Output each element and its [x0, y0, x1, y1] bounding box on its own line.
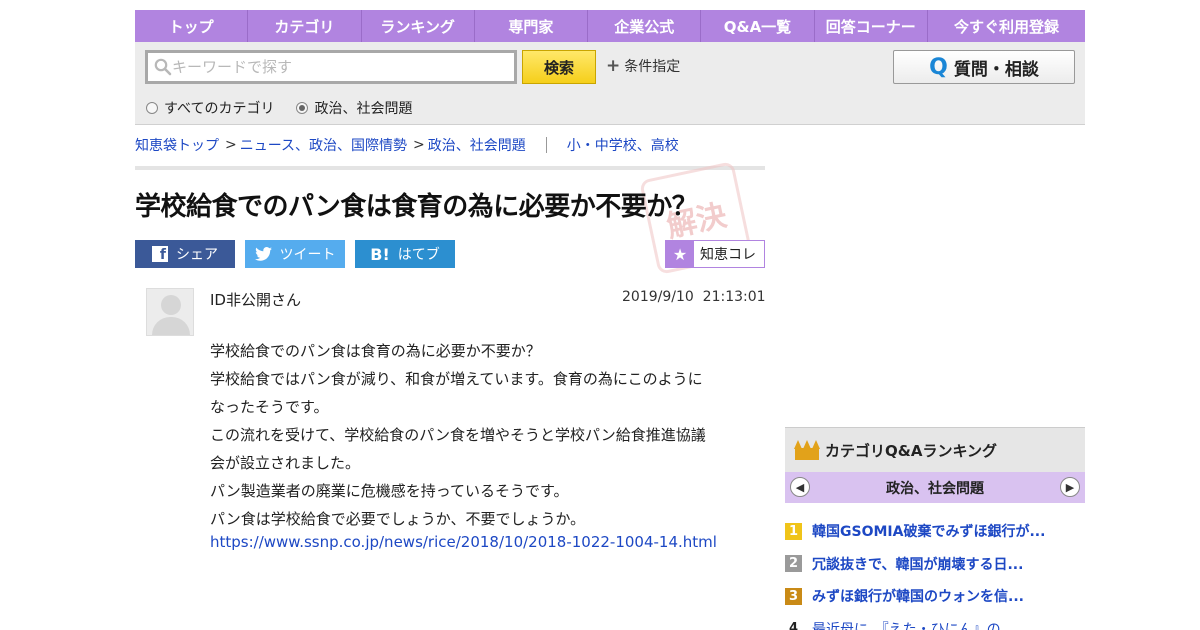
question-body: 学校給食でのパン食は食育の為に必要か不要か？ 学校給食ではパン食が減り、和食が増… [210, 337, 750, 533]
breadcrumb-related-category[interactable]: 小・中学校、高校 [567, 135, 679, 155]
nav-item-register[interactable]: 今すぐ利用登録 [928, 10, 1085, 42]
facebook-share-button[interactable]: f シェア [135, 240, 235, 268]
question-body-line: この流れを受けて、学校給食のパン食を増やそうと学校パン給食推進協議 [210, 426, 706, 444]
title-divider [135, 166, 765, 170]
chiebukuro-collection-button[interactable]: ★ 知恵コレ [665, 240, 765, 268]
ranking-item: 1 韓国GSOMIA破棄でみずほ銀行が... [785, 515, 1085, 548]
breadcrumb-separator: > [413, 137, 425, 153]
ranking-item: 3 みずほ銀行が韓国のウォンを信... [785, 580, 1085, 613]
hatena-bookmark-label: はてブ [397, 247, 440, 263]
rank-badge: 2 [785, 555, 802, 573]
crown-icon [794, 440, 820, 460]
twitter-share-label: ツイート [279, 247, 336, 263]
breadcrumb-home[interactable]: 知恵袋トップ [135, 135, 219, 155]
ranking-item-link[interactable]: みずほ銀行が韓国のウォンを信... [812, 586, 1024, 606]
twitter-share-button[interactable]: ツイート [245, 240, 345, 268]
ranking-item-link[interactable]: 冗談抜きで、韓国が崩壊する日... [812, 554, 1023, 574]
question-body-line: パン食は学校給食で必要でしょうか、不要でしょうか。 [210, 510, 586, 528]
avatar-body-shape [152, 317, 190, 335]
scope-option-label: すべてのカテゴリ [164, 101, 275, 117]
advanced-search-link[interactable]: + 条件指定 [606, 56, 680, 76]
search-button[interactable]: 検索 [522, 50, 596, 84]
ranking-item-link[interactable]: 韓国GSOMIA破棄でみずほ銀行が... [812, 521, 1045, 541]
breadcrumb-separator: > [225, 137, 237, 153]
question-body-line: パン製造業者の廃業に危機感を持っているそうです。 [210, 482, 569, 500]
scope-option-all[interactable]: すべてのカテゴリ [146, 98, 274, 118]
posted-timestamp: 2019/9/10 21:13:01 [622, 289, 766, 305]
twitter-bird-icon [254, 247, 272, 261]
nav-item-top[interactable]: トップ [135, 10, 249, 42]
question-q-icon: Q [929, 54, 948, 80]
search-scope: すべてのカテゴリ 政治、社会問題 [146, 98, 412, 118]
hatena-bookmark-icon: B! [370, 244, 390, 264]
plus-icon: + [606, 56, 621, 76]
ranking-item-link[interactable]: 最近母に、『えた・ひにん』の... [812, 619, 1014, 630]
scope-option-current[interactable]: 政治、社会問題 [296, 98, 412, 118]
question-reference-link[interactable]: https://www.ssnp.co.jp/news/rice/2018/10… [210, 533, 717, 551]
question-body-line: 学校給食ではパン食が減り、和食が増えています。食育の為にこのように [210, 370, 703, 388]
breadcrumb-category[interactable]: ニュース、政治、国際情勢 [240, 135, 407, 155]
ranking-title: カテゴリQ&Aランキング [825, 441, 997, 460]
rank-badge: 1 [785, 522, 802, 540]
asker-avatar [146, 288, 194, 336]
ranking-next-button[interactable]: ▶ [1060, 477, 1080, 497]
radio-selected-icon [296, 102, 309, 114]
ranking-category-label: 政治、社会問題 [886, 480, 984, 497]
nav-item-ranking[interactable]: ランキング [362, 10, 475, 42]
breadcrumb: 知恵袋トップ > ニュース、政治、国際情勢 > 政治、社会問題 小・中学校、高校 [135, 135, 679, 155]
global-nav: トップ カテゴリ ランキング 専門家 企業公式 Q&A一覧 回答コーナー 今すぐ… [135, 10, 1085, 42]
avatar-head-shape [161, 295, 181, 315]
breadcrumb-divider [545, 137, 547, 153]
question-body-line: 会が設立されました。 [210, 454, 361, 472]
rank-badge: 4 [788, 621, 799, 630]
facebook-icon: f [152, 246, 168, 262]
ranking-item: 4 最近母に、『えた・ひにん』の... [785, 613, 1085, 630]
question-body-line: 学校給食でのパン食は食育の為に必要か不要か？ [210, 342, 541, 360]
nav-item-qa-list[interactable]: Q&A一覧 [701, 10, 815, 42]
search-panel: 検索 + 条件指定 Q 質問・相談 すべてのカテゴリ 政治、社会問題 [135, 42, 1085, 125]
rank-badge: 3 [785, 587, 802, 605]
ranking-category-switcher: ◀ 政治、社会問題 ▶ [785, 472, 1085, 503]
hatena-bookmark-button[interactable]: B! はてブ [355, 240, 455, 268]
collection-label: 知恵コレ [700, 247, 756, 263]
question-title: 学校給食でのパン食は食育の為に必要か不要か？ [135, 192, 698, 222]
facebook-share-label: シェア [176, 247, 218, 263]
breadcrumb-subcategory[interactable]: 政治、社会問題 [428, 135, 526, 155]
ranking-header: カテゴリQ&Aランキング [785, 427, 1085, 472]
ask-question-button[interactable]: Q 質問・相談 [893, 50, 1075, 84]
nav-item-category[interactable]: カテゴリ [248, 10, 362, 42]
nav-item-answer-corner[interactable]: 回答コーナー [815, 10, 928, 42]
scope-option-label: 政治、社会問題 [314, 101, 413, 117]
asker-name: ID非公開さん [210, 291, 301, 309]
search-box [145, 50, 517, 84]
star-icon: ★ [666, 241, 694, 267]
nav-item-experts[interactable]: 専門家 [475, 10, 589, 42]
ranking-item: 2 冗談抜きで、韓国が崩壊する日... [785, 548, 1085, 581]
question-body-line: なったそうです。 [210, 398, 329, 416]
radio-icon [146, 102, 158, 114]
advanced-search-label: 条件指定 [624, 59, 681, 75]
nav-item-official[interactable]: 企業公式 [588, 10, 702, 42]
ranking-prev-button[interactable]: ◀ [790, 477, 810, 497]
ranking-list: 1 韓国GSOMIA破棄でみずほ銀行が... 2 冗談抜きで、韓国が崩壊する日.… [785, 515, 1085, 630]
search-input[interactable] [172, 58, 502, 76]
ask-question-label: 質問・相談 [953, 59, 1039, 79]
search-icon [154, 58, 172, 76]
